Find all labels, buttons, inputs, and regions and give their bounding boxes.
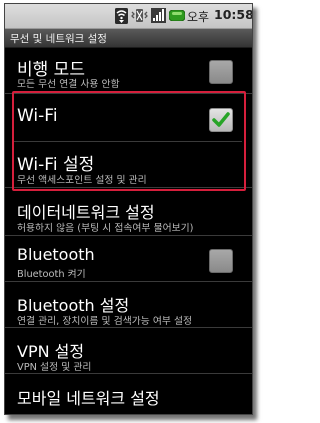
- setting-title: Bluetooth: [17, 245, 95, 264]
- vibrate-icon: [131, 8, 148, 23]
- clock-time: 10:58: [214, 7, 253, 22]
- wifi-checkbox[interactable]: [209, 108, 233, 132]
- checkmark-icon: [212, 112, 230, 127]
- setting-subtitle: Bluetooth 켜기: [17, 269, 86, 280]
- setting-subtitle: 연결 관리, 장치이름 및 검색가능 여부 설정: [17, 316, 193, 327]
- setting-airplane-mode[interactable]: 비행 모드 모든 무선 연결 사용 안함: [5, 48, 252, 94]
- setting-wifi[interactable]: Wi-Fi: [5, 93, 252, 141]
- title-bar: 무선 및 네트워크 설정: [5, 29, 252, 48]
- setting-mobile-network[interactable]: 모바일 네트워크 설정: [5, 374, 252, 414]
- wifi-signal-icon: [115, 8, 128, 24]
- setting-wifi-settings[interactable]: Wi-Fi 설정 무선 액세스포인트 설정 및 관리: [5, 142, 252, 188]
- setting-subtitle: 모든 무선 연결 사용 안함: [17, 79, 120, 90]
- setting-title: Wi-Fi: [17, 106, 58, 126]
- battery-icon: [169, 10, 185, 25]
- setting-subtitle: 무선 액세스포인트 설정 및 관리: [17, 175, 147, 186]
- bluetooth-checkbox[interactable]: [209, 249, 233, 273]
- airplane-mode-checkbox[interactable]: [209, 60, 233, 84]
- signal-strength-icon: [151, 8, 166, 23]
- clock-ampm: 오후: [187, 10, 210, 24]
- phone-screen: 오후 10:58 무선 및 네트워크 설정 비행 모드 모든 무선 연결 사용 …: [4, 3, 253, 415]
- setting-bluetooth-settings[interactable]: Bluetooth 설정 연결 관리, 장치이름 및 검색가능 여부 설정: [5, 282, 252, 328]
- setting-subtitle: 허용하지 않음 (부팅 시 접속여부 물어보기): [17, 223, 194, 234]
- setting-title: 모바일 네트워크 설정: [17, 389, 160, 408]
- setting-bluetooth[interactable]: Bluetooth Bluetooth 켜기: [5, 236, 252, 282]
- status-bar: 오후 10:58: [5, 4, 252, 29]
- setting-data-network[interactable]: 데이터네트워크 설정 허용하지 않음 (부팅 시 접속여부 물어보기): [5, 190, 252, 236]
- page-title: 무선 및 네트워크 설정: [10, 33, 107, 45]
- setting-vpn[interactable]: VPN 설정 VPN 설정 및 관리: [5, 328, 252, 374]
- setting-subtitle: VPN 설정 및 관리: [17, 362, 92, 373]
